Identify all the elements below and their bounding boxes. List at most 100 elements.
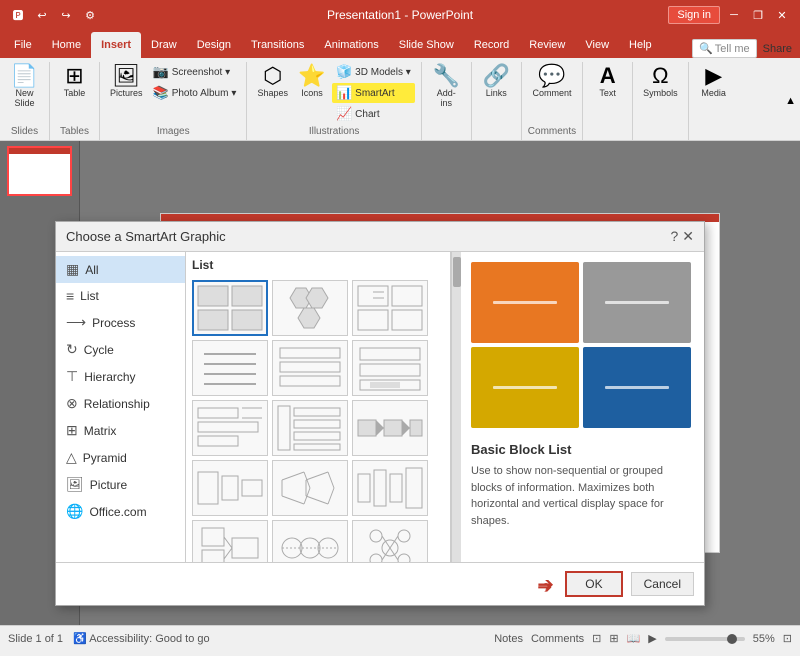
- thumb-svg-6: [356, 344, 424, 392]
- search-icon: 🔍: [699, 42, 713, 55]
- pictures-button[interactable]: 🖼 Pictures: [106, 62, 147, 101]
- shapes-icon: ⬡: [263, 65, 282, 87]
- tab-transitions[interactable]: Transitions: [241, 32, 314, 58]
- tab-file[interactable]: File: [4, 32, 42, 58]
- status-right: Notes Comments ⊡ ⊞ 📖 ▶ 55% ⊡: [494, 632, 792, 645]
- thumb-svg-10: [196, 464, 264, 512]
- dialog-close-button[interactable]: ✕: [682, 228, 694, 245]
- thumb-lines[interactable]: [192, 340, 268, 396]
- scrollbar-thumb[interactable]: [453, 257, 461, 287]
- text-button[interactable]: A Text: [590, 62, 626, 101]
- illustrations-group: ⬡ Shapes ⭐ Icons 🧊 3D Models ▾ 📊 SmartAr…: [247, 62, 421, 140]
- thumb-nodes[interactable]: [352, 520, 428, 562]
- close-button[interactable]: ✕: [772, 5, 792, 25]
- images-group: 🖼 Pictures 📷 Screenshot ▾ 📚 Photo Album …: [100, 62, 247, 140]
- thumb-process-arrows[interactable]: [352, 400, 428, 456]
- tab-slide-show[interactable]: Slide Show: [389, 32, 464, 58]
- tab-animations[interactable]: Animations: [314, 32, 388, 58]
- category-process[interactable]: ⟶ Process: [56, 309, 185, 336]
- category-pyramid[interactable]: △ Pyramid: [56, 444, 185, 471]
- view-reading-button[interactable]: 📖: [627, 632, 641, 645]
- smartart-icon: 📊: [336, 85, 352, 101]
- tab-record[interactable]: Record: [464, 32, 519, 58]
- office365-icon: 🌐: [66, 503, 83, 520]
- addins-button[interactable]: 🔧 Add-ins: [428, 62, 464, 111]
- thumb-circles[interactable]: [272, 520, 348, 562]
- tab-home[interactable]: Home: [42, 32, 91, 58]
- symbols-button[interactable]: Ω Symbols: [639, 62, 682, 101]
- tab-design[interactable]: Design: [187, 32, 241, 58]
- tab-view[interactable]: View: [575, 32, 619, 58]
- share-button[interactable]: Share: [763, 43, 792, 55]
- thumb-alternating[interactable]: [192, 400, 268, 456]
- view-slideshow-button[interactable]: ▶: [648, 632, 656, 645]
- category-matrix[interactable]: ⊞ Matrix: [56, 417, 185, 444]
- photo-album-button[interactable]: 📚 Photo Album ▾: [149, 83, 241, 103]
- sign-in-button[interactable]: Sign in: [668, 6, 720, 24]
- new-slide-button[interactable]: 📄 NewSlide: [7, 62, 43, 111]
- symbols-group: Ω Symbols: [633, 62, 689, 140]
- comment-button[interactable]: 💬 Comment: [528, 62, 575, 101]
- slide-info: Slide 1 of 1: [8, 633, 63, 645]
- ribbon-expand[interactable]: ▲: [785, 62, 800, 140]
- images-group-content: 🖼 Pictures 📷 Screenshot ▾ 📚 Photo Album …: [106, 62, 240, 124]
- category-picture[interactable]: 🖼 Picture: [56, 471, 185, 498]
- thumb-honeycomb[interactable]: [272, 280, 348, 336]
- zoom-slider[interactable]: [665, 637, 745, 641]
- category-relationship[interactable]: ⊗ Relationship: [56, 390, 185, 417]
- thumb-boxes[interactable]: [352, 460, 428, 516]
- thumb-computer[interactable]: [192, 520, 268, 562]
- text-icon: A: [600, 65, 616, 87]
- table-button[interactable]: ⊞ Table: [57, 62, 93, 101]
- undo-button[interactable]: ↩: [32, 5, 52, 25]
- category-list[interactable]: ≡ List: [56, 283, 185, 309]
- cycle-icon: ↻: [66, 341, 78, 358]
- icons-icon: ⭐: [298, 65, 325, 87]
- ok-button[interactable]: OK: [565, 571, 622, 597]
- screenshot-button[interactable]: 📷 Screenshot ▾: [149, 62, 241, 82]
- dialog-help-button[interactable]: ?: [670, 228, 678, 245]
- dialog-title-actions: ? ✕: [670, 228, 694, 245]
- symbols-icon: Ω: [652, 65, 668, 87]
- thumb-segmented[interactable]: [352, 280, 428, 336]
- category-all[interactable]: ▦ All: [56, 256, 185, 283]
- icons-button[interactable]: ⭐ Icons: [294, 62, 330, 101]
- tab-review[interactable]: Review: [519, 32, 575, 58]
- preview-block-orange: [471, 262, 579, 343]
- comments-status-button[interactable]: Comments: [531, 633, 584, 645]
- restore-button[interactable]: ❐: [748, 5, 768, 25]
- tab-help[interactable]: Help: [619, 32, 662, 58]
- tab-insert[interactable]: Insert: [91, 32, 141, 58]
- minimize-button[interactable]: ─: [724, 5, 744, 25]
- thumb-vertical-blocks[interactable]: [352, 340, 428, 396]
- category-cycle[interactable]: ↻ Cycle: [56, 336, 185, 363]
- thumb-chevrons[interactable]: [272, 460, 348, 516]
- view-normal-button[interactable]: ⊡: [592, 632, 601, 645]
- tab-draw[interactable]: Draw: [141, 32, 187, 58]
- fit-slide-button[interactable]: ⊡: [783, 632, 792, 645]
- links-button[interactable]: 🔗 Links: [478, 62, 514, 101]
- thumb-vertical-list[interactable]: [272, 400, 348, 456]
- view-slide-sorter-button[interactable]: ⊞: [609, 632, 618, 645]
- cancel-button[interactable]: Cancel: [631, 572, 694, 596]
- notes-button[interactable]: Notes: [494, 633, 523, 645]
- shapes-button[interactable]: ⬡ Shapes: [253, 62, 292, 101]
- thumb-trapezoids[interactable]: [192, 460, 268, 516]
- category-office365[interactable]: 🌐 Office.com: [56, 498, 185, 525]
- tell-me-input[interactable]: 🔍 Tell me: [692, 39, 757, 58]
- category-list-label: List: [80, 289, 99, 303]
- thumb-stacked-bars[interactable]: [272, 340, 348, 396]
- 3d-models-button[interactable]: 🧊 3D Models ▾: [332, 62, 415, 82]
- customize-qat-button[interactable]: ⚙: [80, 5, 100, 25]
- category-all-label: All: [85, 263, 98, 277]
- thumbnails-scrollbar[interactable]: [451, 252, 461, 562]
- 3d-models-icon: 🧊: [336, 64, 352, 80]
- redo-button[interactable]: ↪: [56, 5, 76, 25]
- smartart-button[interactable]: 📊 SmartArt: [332, 83, 415, 103]
- screenshot-icon: 📷: [153, 64, 169, 80]
- media-button[interactable]: ▶ Media: [696, 62, 732, 101]
- media-group: ▶ Media: [689, 62, 739, 140]
- chart-button[interactable]: 📈 Chart: [332, 104, 415, 124]
- category-hierarchy[interactable]: ⊤ Hierarchy: [56, 363, 185, 390]
- thumb-basic-block[interactable]: [192, 280, 268, 336]
